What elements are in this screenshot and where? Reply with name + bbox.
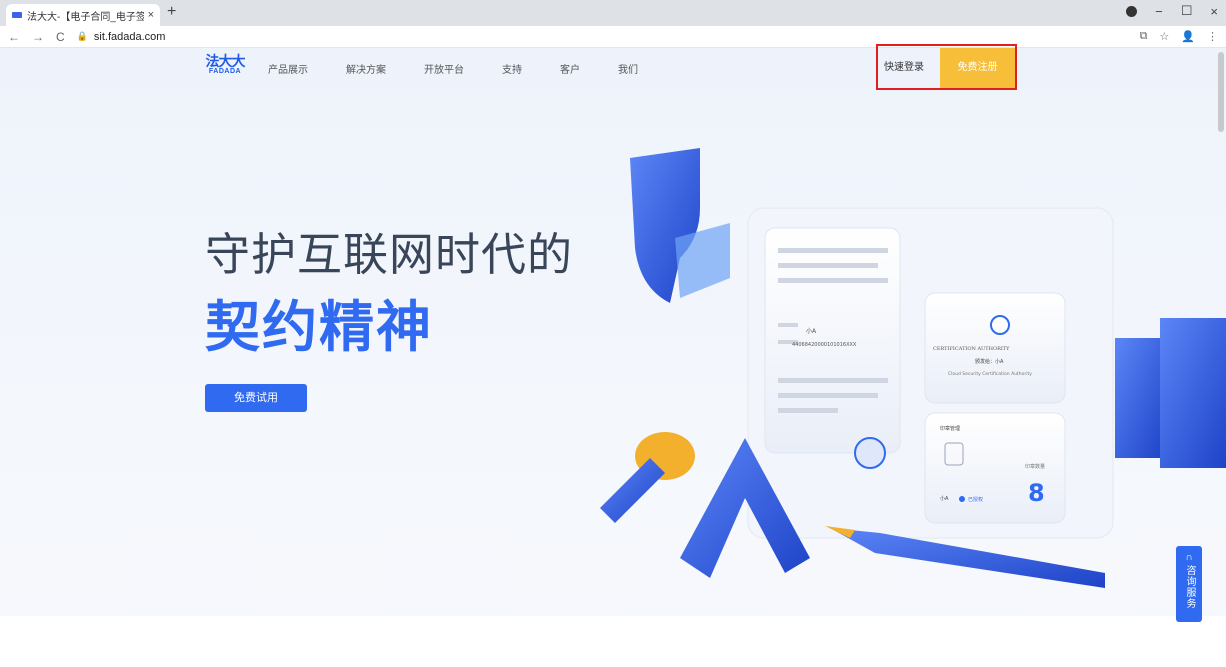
seal-title: 印章管理 xyxy=(940,425,960,432)
profile-icon[interactable]: 👤 xyxy=(1181,30,1195,43)
headset-icon: ∩ xyxy=(1185,552,1193,563)
card-id: 44068420000101016XXX xyxy=(792,342,857,348)
menu-item-about[interactable]: 我们 xyxy=(618,61,638,76)
stamp-handle xyxy=(600,458,665,523)
browser-tab[interactable]: 法大大-【电子合同_电子签名_电 × xyxy=(6,4,160,26)
menu-item-open-platform[interactable]: 开放平台 xyxy=(424,61,464,76)
tab-title: 法大大-【电子合同_电子签名_电 xyxy=(27,11,144,23)
url-field[interactable]: sit.fadada.com xyxy=(94,31,166,43)
stamp-seal-icon xyxy=(854,437,886,469)
ca-logo-icon xyxy=(990,315,1010,335)
lock-icon[interactable]: 🔒 xyxy=(77,31,88,42)
hero-headline: 守护互联网时代的 xyxy=(205,229,574,280)
close-window-button[interactable]: × xyxy=(1210,4,1218,19)
forward-button[interactable]: → xyxy=(32,30,44,44)
menu-item-products[interactable]: 产品展示 xyxy=(268,61,308,76)
menu-item-customers[interactable]: 客户 xyxy=(560,61,580,76)
browser-tab-bar: 法大大-【电子合同_电子签名_电 × + − ☐ × xyxy=(0,0,1226,26)
new-tab-button[interactable]: + xyxy=(167,3,176,21)
page-scrollbar[interactable] xyxy=(1218,52,1224,132)
site-header: 法大大 FADADA 产品展示 解决方案 开放平台 支持 客户 我们 快速登录 … xyxy=(0,48,1226,88)
site-logo[interactable]: 法大大 FADADA xyxy=(205,53,246,75)
logo-text-cn: 法大大 xyxy=(205,53,246,69)
ca-title: CERTIFICATION AUTHORITY xyxy=(933,346,1010,352)
address-bar: ← → C 🔒 sit.fadada.com ⧉ ☆ 👤 ⋮ xyxy=(0,26,1226,48)
bottom-section xyxy=(0,616,1226,667)
auth-highlight-box xyxy=(876,44,1017,90)
tab-close-icon[interactable]: × xyxy=(148,9,154,21)
main-menu: 产品展示 解决方案 开放平台 支持 客户 我们 xyxy=(268,48,676,88)
seal-count: 8 xyxy=(1028,479,1045,507)
card-name: 小A xyxy=(806,327,817,335)
free-trial-button[interactable]: 免费试用 xyxy=(205,384,307,412)
back-button[interactable]: ← xyxy=(8,30,20,44)
seal-status: 已授权 xyxy=(968,496,983,503)
hero-illustration: 小A 44068420000101016XXX CERTIFICATION AU… xyxy=(600,148,1226,588)
favicon-icon xyxy=(12,12,22,18)
extension-icon[interactable]: ⧉ xyxy=(1140,30,1148,43)
menu-item-solutions[interactable]: 解决方案 xyxy=(346,61,386,76)
consult-label: 咨询服务 xyxy=(1184,565,1195,609)
ca-footer: Cloud Security Certification Authority xyxy=(948,371,1032,377)
ca-issuer: 颁发给：小A xyxy=(975,358,1004,365)
reload-button[interactable]: C xyxy=(56,30,65,44)
record-icon[interactable] xyxy=(1126,5,1138,17)
consult-service-button[interactable]: ∩ 咨询服务 xyxy=(1176,546,1202,622)
browser-menu-icon[interactable]: ⋮ xyxy=(1207,30,1218,43)
minimize-button[interactable]: − xyxy=(1155,4,1163,19)
seal-name: 小A xyxy=(940,495,949,502)
hero-highlight: 契约精神 xyxy=(205,296,434,358)
blue-block-1 xyxy=(1115,338,1165,458)
check-icon xyxy=(959,496,965,502)
bookmark-star-icon[interactable]: ☆ xyxy=(1159,30,1169,43)
maximize-button[interactable]: ☐ xyxy=(1181,3,1193,19)
logo-text-en: FADADA xyxy=(208,68,242,75)
seal-count-label: 印章数量 xyxy=(1025,463,1045,470)
page-content: 法大大 FADADA 产品展示 解决方案 开放平台 支持 客户 我们 快速登录 … xyxy=(0,48,1226,667)
menu-item-support[interactable]: 支持 xyxy=(502,61,522,76)
blue-block-2 xyxy=(1160,318,1226,468)
window-controls: − ☐ × xyxy=(1126,3,1218,19)
